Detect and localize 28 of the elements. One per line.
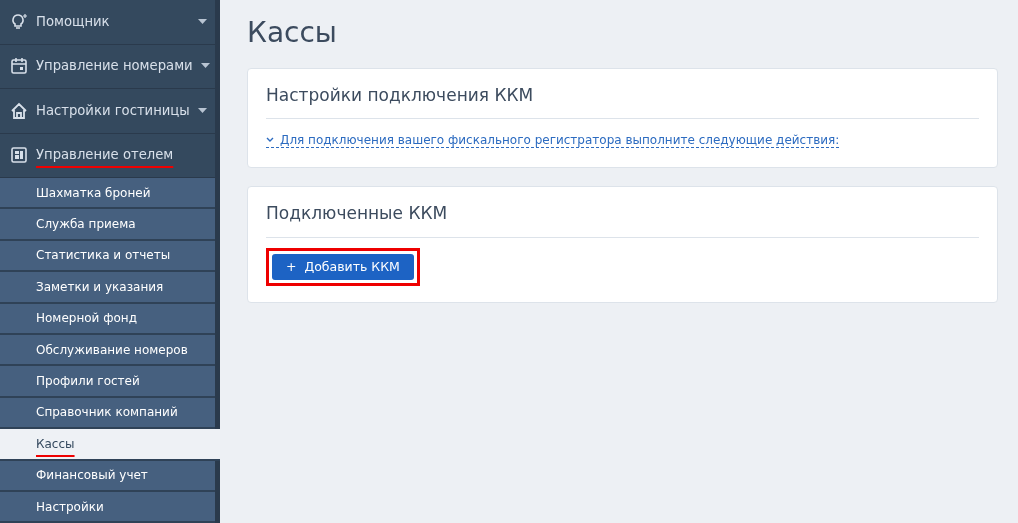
sidebar-label: Помощник [36,12,111,31]
dashboard-icon [10,146,28,165]
submenu-item[interactable]: Справочник компаний [0,397,215,430]
submenu-item[interactable]: Номерной фонд [0,303,215,335]
sidebar-item[interactable]: Настройки гостиницы [0,89,215,134]
submenu-item[interactable]: Кассы [0,429,220,461]
submenu-item[interactable]: Заметки и указания [0,272,215,304]
submenu-item[interactable]: Статистика и отчеты [0,240,215,273]
house-icon [10,101,28,120]
sidebar-label: Управление номерами [36,57,193,76]
chevron-icon [266,137,274,144]
calendar-icon [10,57,28,76]
sidebar-label: Настройки гостиницы [36,101,190,120]
page-title: Кассы [247,16,338,50]
submenu-item[interactable]: Финансовый учет [0,460,215,492]
submenu-item[interactable]: Настройки [0,491,215,523]
submenu-item[interactable]: Шахматка броней [0,178,215,210]
submenu-item[interactable]: Служба приема [0,209,215,241]
submenu-item[interactable]: Профили гостей [0,366,215,398]
sidebar-label: Управление отелем [36,146,175,165]
bulb-icon [10,12,28,31]
sidebar-item[interactable]: Управление номерами [0,44,215,89]
sidebar-item[interactable]: Помощник [0,0,215,45]
submenu-item[interactable]: Обслуживание номеров [0,334,215,367]
card-title: Подключенные ККМ [266,201,979,238]
card-title: Настройки подключения ККМ [266,82,979,120]
add-button[interactable]: + Добавить ККМ [272,253,414,281]
expand-link[interactable]: Для подключения вашего фискального регистратора выполните следующие действия: [266,133,840,149]
